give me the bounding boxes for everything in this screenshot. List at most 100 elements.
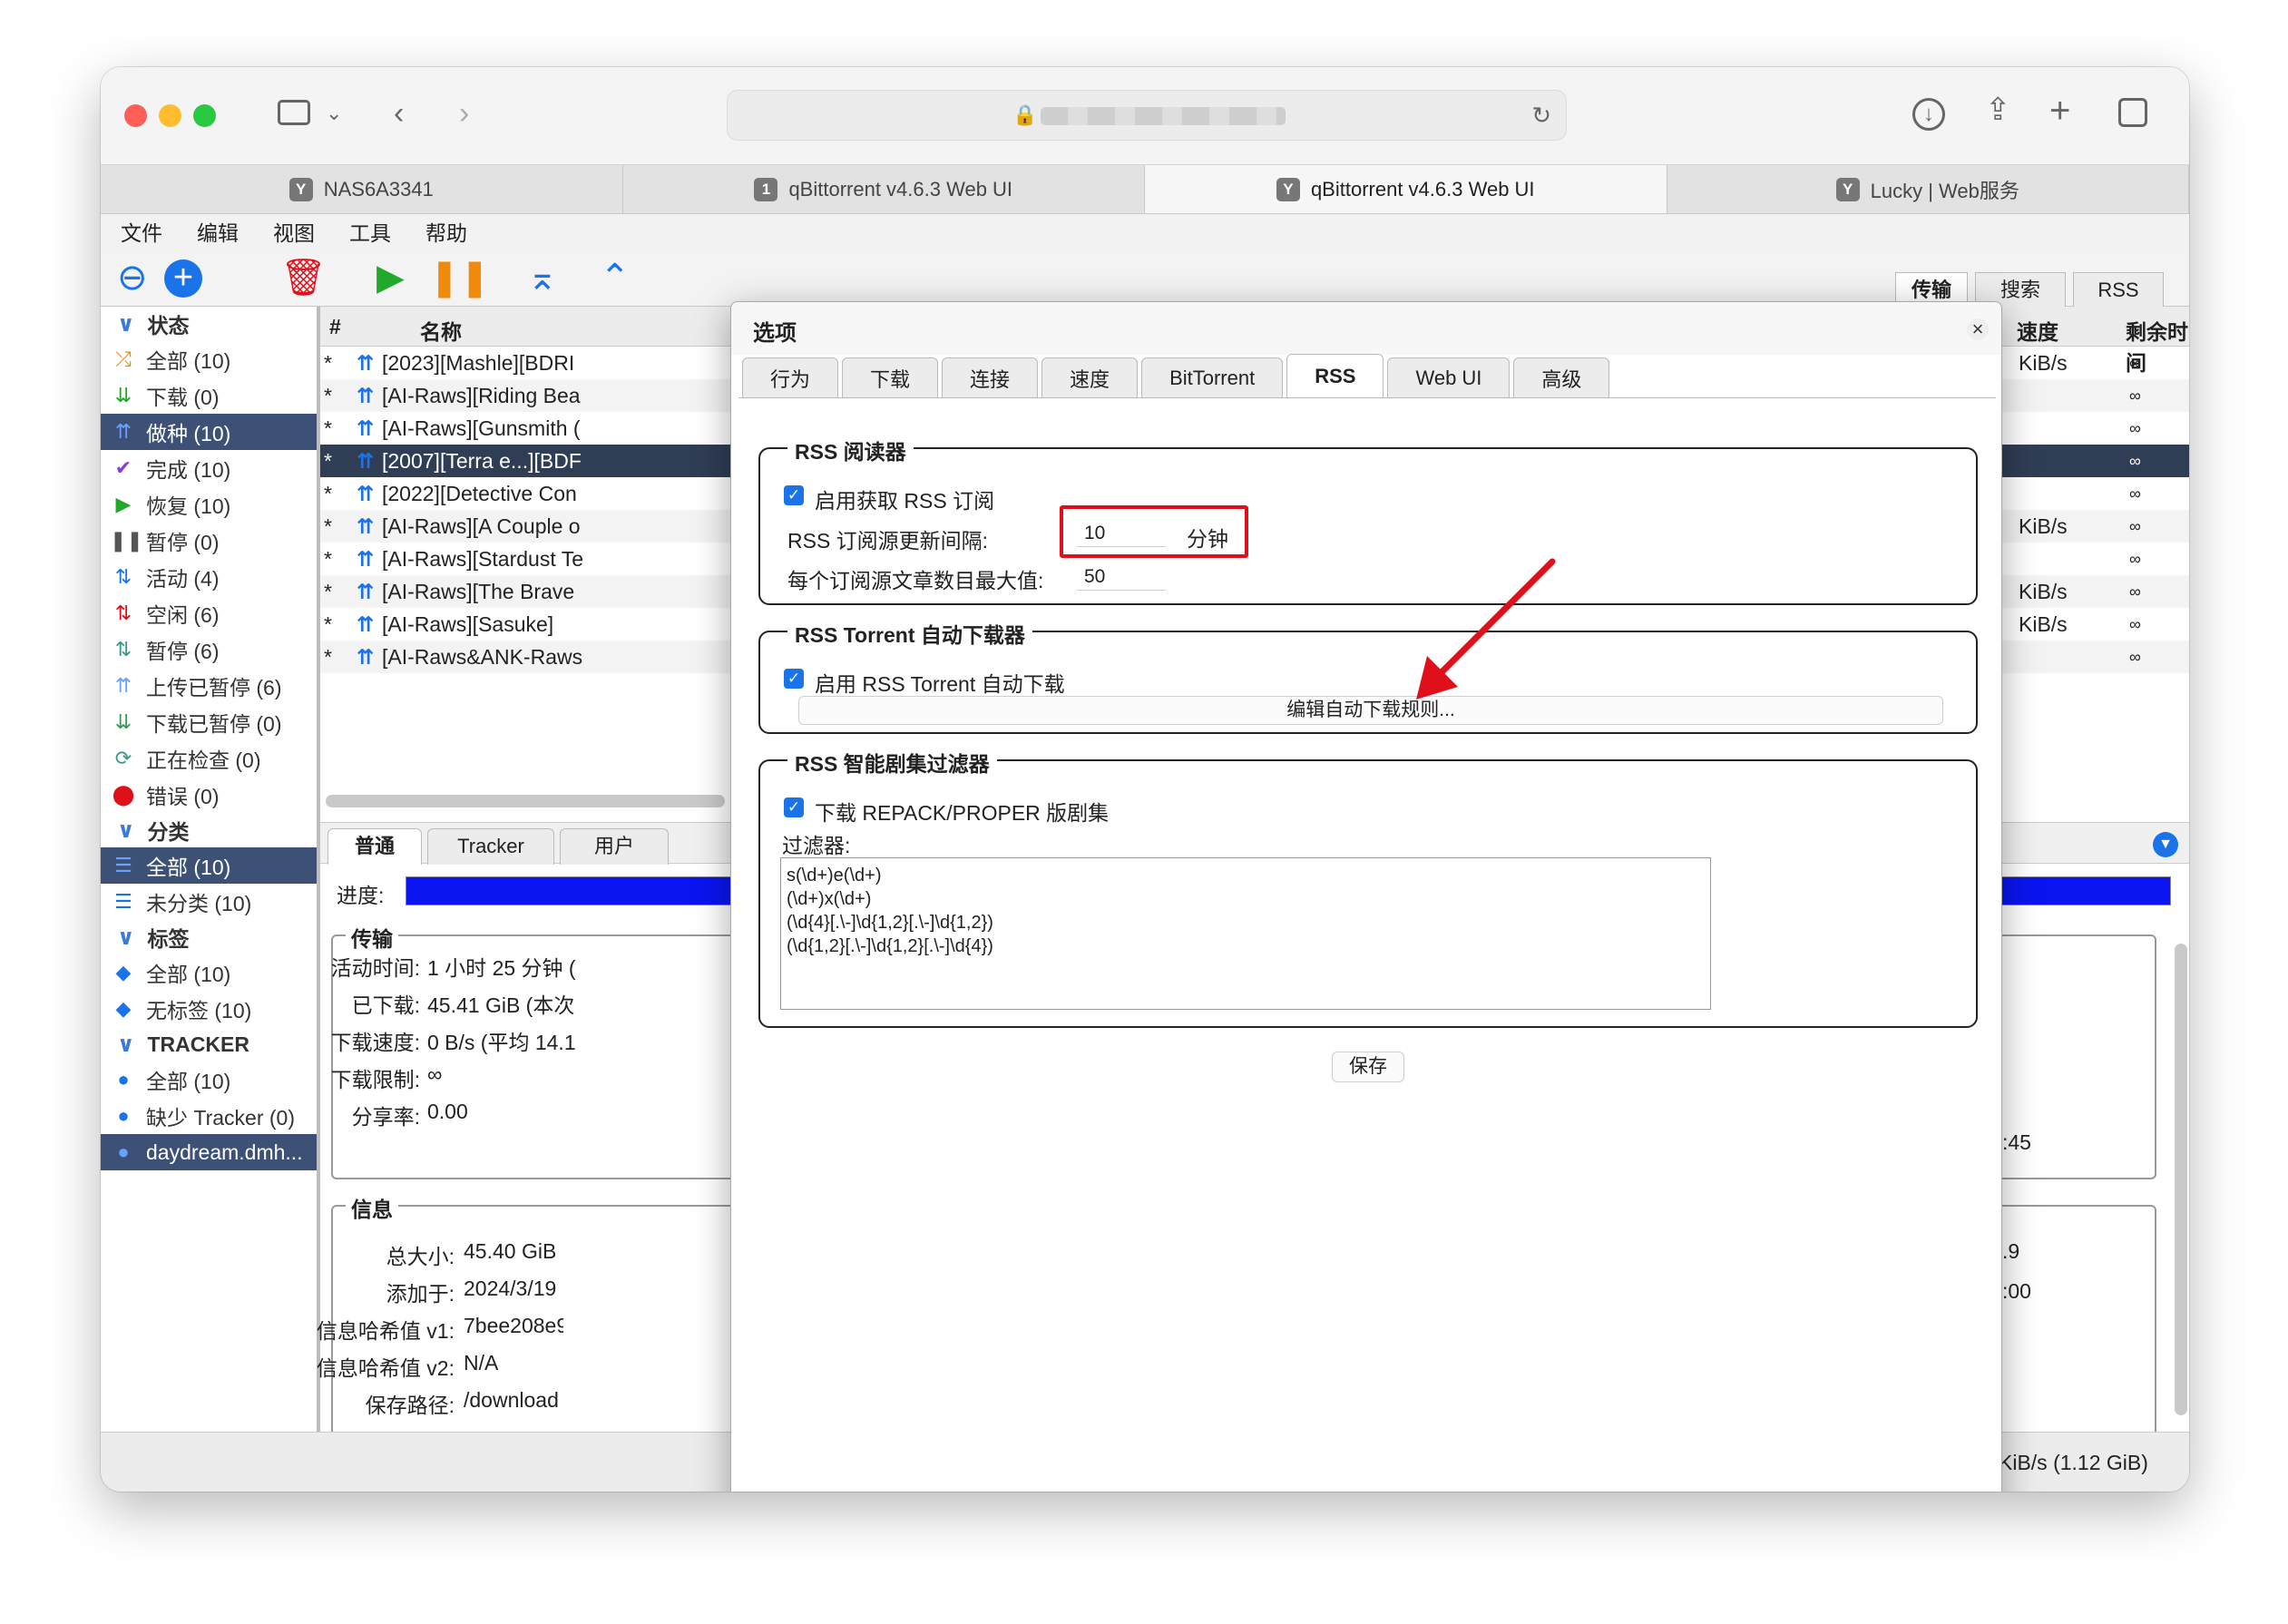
sidebar-toggle-icon[interactable] [278, 100, 310, 125]
resume-icon[interactable]: ▶ [376, 258, 405, 298]
status-all[interactable]: ⤮ 全部 (10) [101, 341, 317, 377]
address-bar[interactable]: 🔒 ↻ [727, 90, 1567, 141]
reload-icon[interactable]: ↻ [1531, 102, 1551, 130]
options-tab-speed[interactable]: 速度 [1041, 357, 1139, 397]
item-label: 恢复 (10) [146, 494, 231, 518]
delete-icon[interactable]: 🗑 [280, 258, 327, 298]
zoom-window-button[interactable] [193, 104, 216, 127]
status-inactive[interactable]: ⇅ 空闲 (6) [101, 595, 317, 631]
row-name: [AI-Raws][Gunsmith ( [382, 416, 581, 440]
col-num[interactable]: # [329, 315, 341, 339]
detail-tab-general[interactable]: 普通 [328, 828, 422, 865]
max-articles-input[interactable]: 50 [1076, 560, 1167, 591]
filter-label: 过滤器: [782, 834, 851, 857]
menu-edit[interactable]: 编辑 [197, 216, 239, 247]
forward-icon[interactable]: › [459, 98, 469, 129]
category-all[interactable]: ☰ 全部 (10) [101, 847, 317, 884]
category-uncategorized[interactable]: ☰ 未分类 (10) [101, 884, 317, 920]
collapse-panel-icon[interactable]: ▼ [2153, 832, 2178, 857]
edit-download-rules-button[interactable]: 编辑自动下载规则... [798, 696, 1943, 725]
back-icon[interactable]: ‹ [394, 98, 404, 129]
add-torrent-icon[interactable]: + [164, 259, 202, 298]
tab-rss[interactable]: RSS [2073, 272, 2164, 307]
filter-textarea[interactable]: s(\d+)e(\d+) (\d+)x(\d+) (\d{4}[.\-]\d{1… [780, 857, 1711, 1010]
options-tab-rss[interactable]: RSS [1286, 354, 1384, 397]
enable-auto-download-checkbox[interactable]: ✓ [784, 669, 804, 689]
options-dialog: 选项 × 行为 下载 连接 速度 BitTorrent RSS Web UI 高… [730, 301, 2002, 1492]
transfer-key: 下载速度: [330, 1031, 420, 1054]
pause-icon[interactable]: ❚❚ [429, 258, 490, 298]
rss-downloader-group: RSS Torrent 自动下载器 ✓ 启用 RSS Torrent 自动下载 … [758, 618, 1978, 734]
options-tab-connection[interactable]: 连接 [942, 357, 1039, 397]
tag-untagged[interactable]: ◆ 无标签 (10) [101, 991, 317, 1027]
save-button[interactable]: 保存 [1332, 1052, 1404, 1082]
col-speed[interactable]: 速度 [2017, 315, 2058, 346]
status-active[interactable]: ⇅ 活动 (4) [101, 559, 317, 595]
browser-tab[interactable]: Y NAS6A3341 [101, 165, 623, 213]
tab-overview-icon[interactable] [2118, 98, 2147, 127]
repack-proper-checkbox[interactable]: ✓ [784, 797, 804, 817]
move-top-icon[interactable]: ⌅ [527, 258, 558, 298]
dialog-title: 选项 [731, 302, 2001, 355]
filter-sidebar: ∨ 状态 ⤮ 全部 (10) ⇊ 下载 (0) ⇈ 做种 (10) ✔ 完成 (10) ▶… [101, 307, 320, 1432]
tracker-daydream[interactable]: ● daydream.dmh... [101, 1134, 317, 1170]
row-eta: ∞ [2129, 648, 2141, 666]
browser-tab-active[interactable]: YqBittorrent v4.6.3 Web UI [1145, 165, 1667, 213]
browser-tab[interactable]: 1 qBittorrent v4.6.3 Web UI [623, 165, 1145, 213]
status-error[interactable]: ⬤ 错误 (0) [101, 777, 317, 813]
row-num: * [324, 351, 332, 375]
tag-all[interactable]: ◆ 全部 (10) [101, 954, 317, 991]
chevron-down-icon[interactable]: ⌄ [326, 103, 342, 123]
enable-rss-label: 启用获取 RSS 订阅 [815, 489, 995, 513]
row-name: [AI-Raws][The Brave [382, 580, 575, 603]
category-header[interactable]: ∨ 分类 [101, 813, 317, 847]
new-tab-icon[interactable]: + [2049, 93, 2070, 129]
info-value: 7bee208e9 [464, 1314, 563, 1337]
menu-help[interactable]: 帮助 [425, 216, 467, 247]
detail-tab-peers[interactable]: 用户 [560, 828, 669, 865]
tracker-header[interactable]: ∨ TRACKER [101, 1027, 317, 1061]
close-window-button[interactable] [124, 104, 147, 127]
share-icon[interactable]: ⇪ [1985, 94, 2011, 125]
tracker-all[interactable]: ● 全部 (10) [101, 1061, 317, 1098]
browser-tab[interactable]: Y Lucky | Web服务 [1667, 165, 2189, 213]
close-icon[interactable]: × [1967, 318, 1989, 340]
tracker-missing[interactable]: ● 缺少 Tracker (0) [101, 1098, 317, 1134]
status-stalled[interactable]: ⇅ 暂停 (6) [101, 631, 317, 668]
item-label: 错误 (0) [146, 785, 220, 808]
detail-tab-tracker[interactable]: Tracker [427, 828, 554, 865]
refresh-interval-input[interactable]: 10 [1076, 516, 1167, 547]
menu-tools[interactable]: 工具 [349, 216, 391, 247]
info-key: 总大小: [386, 1245, 455, 1268]
download-icon[interactable]: ↓ [1912, 98, 1945, 131]
move-up-icon[interactable]: ⌃ [600, 258, 631, 298]
tag-header[interactable]: ∨ 标签 [101, 920, 317, 954]
transfer-legend: 传输 [346, 922, 398, 953]
row-name: [2007][Terra e...][BDF [382, 449, 582, 473]
status-paused[interactable]: ❚❚ 暂停 (0) [101, 523, 317, 559]
menu-file[interactable]: 文件 [121, 216, 162, 247]
status-upload-paused[interactable]: ⇈ 上传已暂停 (6) [101, 668, 317, 704]
status-download-paused[interactable]: ⇊ 下载已暂停 (0) [101, 704, 317, 740]
status-downloading[interactable]: ⇊ 下载 (0) [101, 377, 317, 414]
status-completed[interactable]: ✔ 完成 (10) [101, 450, 317, 486]
options-tab-advanced[interactable]: 高级 [1513, 357, 1610, 397]
minimize-window-button[interactable] [159, 104, 181, 127]
menu-view[interactable]: 视图 [273, 216, 315, 247]
options-tab-downloads[interactable]: 下载 [842, 357, 939, 397]
add-link-icon[interactable]: ⊖ [117, 258, 148, 298]
detail-scrollbar[interactable] [2175, 944, 2187, 1415]
status-resumed[interactable]: ▶ 恢复 (10) [101, 486, 317, 523]
col-name[interactable]: 名称 [420, 315, 462, 346]
status-header[interactable]: ∨ 状态 [101, 307, 317, 341]
refresh-icon: ⟳ [114, 747, 132, 769]
up-down-arrow-icon: ⇅ [114, 602, 132, 624]
status-checking[interactable]: ⟳ 正在检查 (0) [101, 740, 317, 777]
tab-label: qBittorrent v4.6.3 Web UI [1310, 177, 1535, 201]
horizontal-scrollbar[interactable] [326, 795, 725, 807]
options-tab-webui[interactable]: Web UI [1387, 357, 1511, 397]
options-tab-bittorrent[interactable]: BitTorrent [1141, 357, 1284, 397]
enable-rss-checkbox[interactable]: ✓ [784, 485, 804, 505]
status-seeding[interactable]: ⇈ 做种 (10) [101, 414, 317, 450]
options-tab-behavior[interactable]: 行为 [742, 357, 839, 397]
